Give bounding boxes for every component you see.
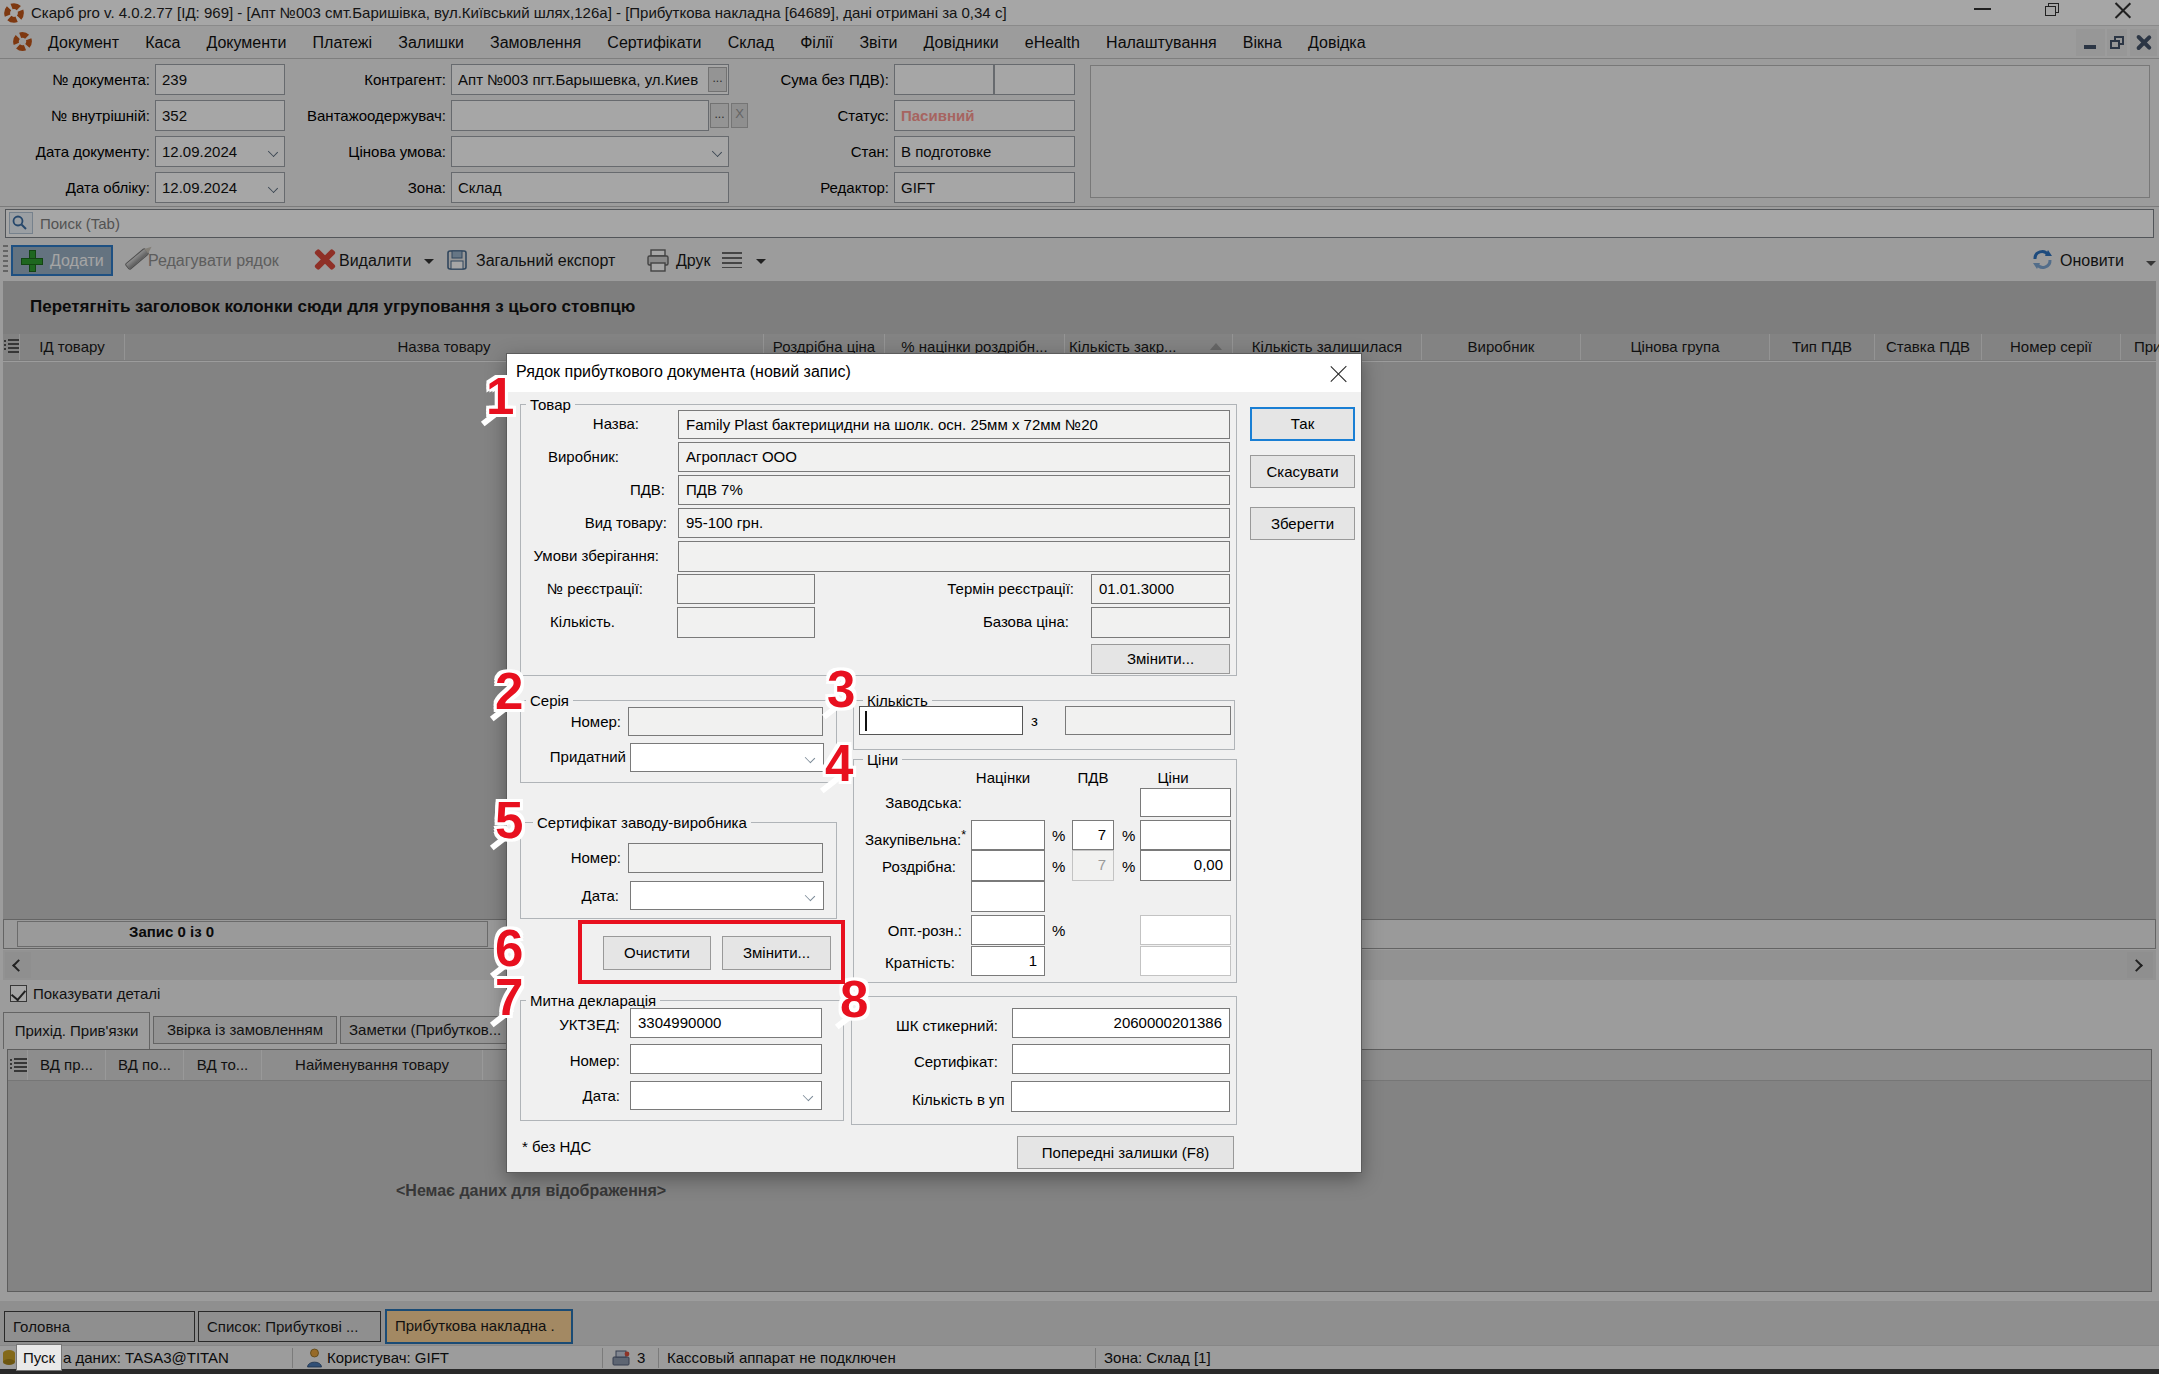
price-wholesale-label: Опт.-розн.: (888, 922, 962, 940)
annotation-7: 7 (495, 978, 523, 1018)
ok-button[interactable]: Так (1250, 407, 1355, 441)
product-qty-field[interactable] (677, 607, 815, 638)
dialog-close-icon[interactable] (1330, 365, 1347, 382)
multiplicity-price-field[interactable] (1140, 946, 1231, 976)
series-valid-combo[interactable] (630, 743, 824, 772)
group-series-label: Серія (526, 692, 573, 709)
quantity-field-1[interactable] (859, 706, 1023, 735)
group-prices-label: Ціни (863, 751, 902, 768)
wholesale-price-field[interactable] (1140, 915, 1231, 945)
chevron-down-icon (805, 891, 815, 901)
customs-number-label: Номер: (570, 1052, 620, 1070)
customs-number-field[interactable] (630, 1044, 822, 1074)
dialog-title-bar: Рядок прибуткового документа (новий запи… (507, 354, 1361, 392)
annotation-4: 4 (825, 744, 853, 784)
product-storage-field[interactable] (678, 541, 1230, 572)
annotation-2: 2 (495, 672, 523, 712)
previous-stock-button[interactable]: Попередні залишки (F8) (1017, 1136, 1234, 1169)
product-reg-term-field[interactable]: 01.01.3000 (1091, 574, 1230, 604)
save-button[interactable]: Зберегти (1250, 507, 1355, 540)
percent-sign: % (1052, 827, 1065, 844)
no-vat-footnote: * без НДС (522, 1138, 591, 1155)
product-reg-term-label: Термін реєстрації: (947, 580, 1074, 598)
start-button-tooltip[interactable]: Пуск (16, 1344, 62, 1371)
retail-price-field[interactable]: 0,00 (1140, 850, 1231, 881)
product-name-label: Назва: (593, 415, 639, 433)
retail-vat-field: 7 (1072, 850, 1114, 881)
product-vat-field[interactable]: ПДВ 7% (678, 475, 1230, 505)
customs-uktzed-field[interactable]: 3304990000 (630, 1008, 822, 1038)
product-reg-num-label: № реєстрації: (547, 580, 643, 598)
chevron-down-icon (803, 1091, 813, 1101)
percent-sign: % (1122, 858, 1135, 875)
chevron-down-icon (805, 753, 815, 763)
annotation-1: 1 (486, 377, 514, 417)
prices-markup-header: Націнки (966, 769, 1040, 786)
purchase-asterisk: * (961, 828, 966, 842)
sticker-certificate-label: Сертифікат: (914, 1053, 998, 1071)
dialog-title: Рядок прибуткового документа (новий запи… (516, 363, 851, 381)
product-kind-label: Вид товару: (585, 514, 667, 532)
sticker-qty-pack-field[interactable] (1011, 1081, 1230, 1112)
percent-sign: % (1122, 827, 1135, 844)
purchase-markup-field[interactable] (971, 820, 1045, 850)
multiplicity-label: Кратність: (885, 954, 955, 972)
product-vat-label: ПДВ: (630, 481, 665, 499)
purchase-vat-field[interactable]: 7 (1072, 820, 1114, 850)
wholesale-markup-field[interactable] (971, 915, 1045, 945)
cancel-button[interactable]: Скасувати (1250, 455, 1355, 488)
sticker-certificate-field[interactable] (1012, 1044, 1230, 1074)
product-name-field[interactable]: Family Plast бактерицидни на шолк. осн. … (678, 410, 1230, 439)
product-qty-label: Кількість. (550, 613, 615, 631)
customs-date-label: Дата: (583, 1087, 620, 1105)
sticker-qty-pack-label: Кількість в уп (912, 1091, 1005, 1109)
price-purchase-label: Закупівельна:* (865, 826, 966, 844)
annotation-3: 3 (827, 670, 855, 710)
group-certificate-label: Сертифікат заводу-виробника (533, 814, 751, 831)
multiplicity-field[interactable]: 1 (971, 946, 1045, 976)
quantity-of-label: з (1031, 712, 1038, 730)
extra-markup-field[interactable] (971, 881, 1045, 912)
certificate-date-label: Дата: (582, 887, 619, 905)
annotation-5: 5 (495, 801, 523, 841)
product-change-button[interactable]: Змінити... (1091, 644, 1230, 674)
annotation-rect-6 (578, 920, 845, 984)
customs-date-combo[interactable] (630, 1081, 822, 1110)
product-reg-num-field[interactable] (677, 574, 815, 604)
prices-vat-header: ПДВ (1072, 769, 1114, 786)
customs-uktzed-label: УКТЗЕД: (559, 1016, 620, 1034)
annotation-6: 6 (495, 929, 523, 969)
sticker-barcode-label: ШК стикерний: (896, 1017, 998, 1035)
retail-markup-field[interactable] (971, 850, 1045, 881)
price-factory-field[interactable] (1140, 788, 1231, 817)
product-producer-field[interactable]: Агропласт ООО (678, 442, 1230, 472)
certificate-number-field[interactable] (628, 843, 823, 873)
certificate-date-combo[interactable] (630, 881, 824, 910)
purchase-price-field[interactable] (1140, 820, 1231, 850)
group-product-label: Товар (526, 396, 575, 413)
sticker-barcode-field[interactable]: 2060000201386 (1012, 1008, 1230, 1038)
dialog-incoming-document-row: Рядок прибуткового документа (новий запи… (506, 353, 1362, 1173)
series-number-field[interactable] (628, 707, 823, 736)
product-storage-label: Умови зберігання: (533, 547, 659, 565)
product-kind-field[interactable]: 95-100 грн. (678, 508, 1230, 538)
price-retail-label: Роздрібна: (882, 858, 956, 876)
product-producer-label: Виробник: (548, 448, 619, 466)
series-number-label: Номер: (571, 713, 621, 731)
percent-sign: % (1052, 922, 1065, 939)
certificate-number-label: Номер: (571, 849, 621, 867)
annotation-8: 8 (840, 980, 868, 1020)
quantity-field-2[interactable] (1065, 706, 1231, 735)
price-factory-label: Заводська: (885, 794, 962, 812)
product-base-price-label: Базова ціна: (983, 613, 1069, 631)
prices-price-header: Ціни (1133, 769, 1213, 786)
series-valid-label: Придатний (550, 748, 626, 766)
product-base-price-field[interactable] (1091, 607, 1230, 638)
percent-sign: % (1052, 858, 1065, 875)
text-caret (865, 711, 867, 731)
group-customs-label: Митна декларація (526, 992, 660, 1009)
